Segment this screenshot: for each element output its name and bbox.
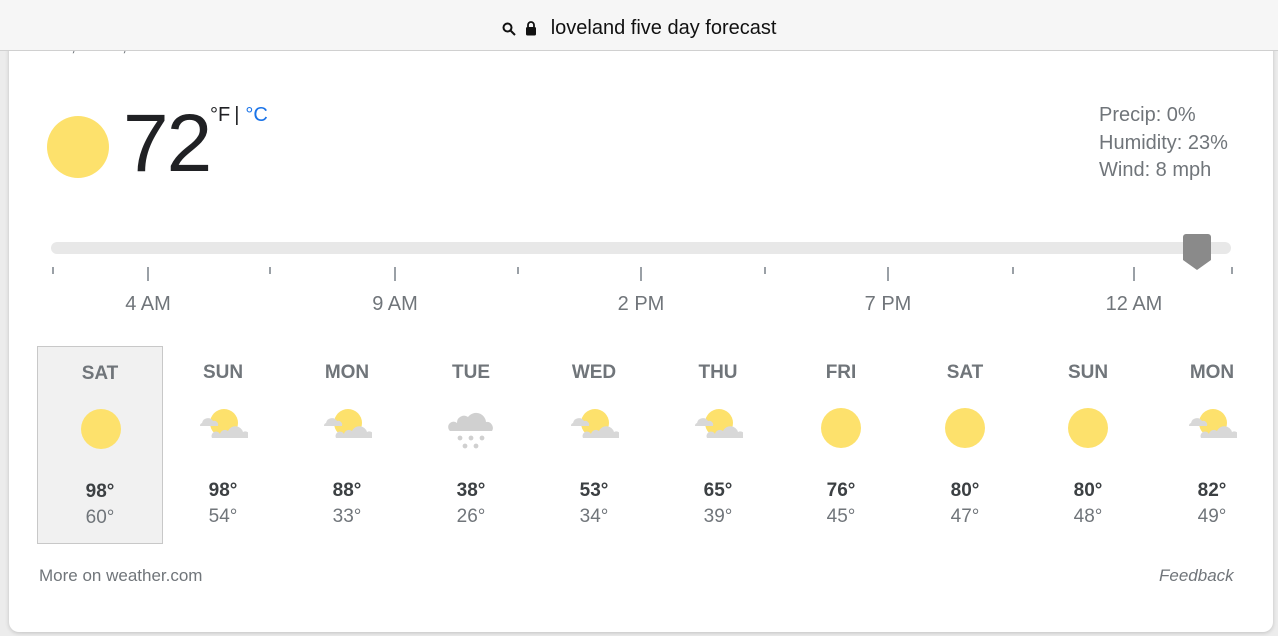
day-low: 47° [950,506,980,527]
partly-cloudy-icon [199,409,248,438]
day-name: SUN [1067,362,1109,383]
feedback-link[interactable]: Feedback [1159,566,1234,586]
wind-text: Wind: 8 mph [1099,159,1212,181]
weather-card: Sun, 1 AM, Clear 72 °F|°C Precip: 0% Hum… [9,20,1273,632]
snow-icon [448,412,493,449]
day-name: SAT [81,363,119,384]
weather-details: Precip: 0% Humidity: 23% Wind: 8 mph [1099,102,1228,185]
major-tick [394,267,396,281]
address-query: loveland five day forecast [550,17,777,39]
day-name: SAT [946,362,984,383]
day-name: WED [571,362,617,383]
day-column-sun-2[interactable]: SUN 80° 48° [1025,346,1151,544]
day-low: 60° [85,507,115,528]
unit-toggle: °F | °C [210,104,268,127]
timeline-label: 4 AM [125,293,171,315]
day-column-sun[interactable]: SUN 98° 54° [160,346,286,544]
partly-cloudy-icon [570,409,619,438]
day-low: 49° [1197,506,1227,527]
lock-icon [526,21,537,36]
timeline-handle[interactable] [1183,234,1211,272]
day-low: 26° [456,506,486,527]
day-name: FRI [825,362,857,383]
minor-tick [517,267,519,274]
day-high: 98° [208,480,238,501]
minor-tick [764,267,766,274]
day-high: 82° [1197,480,1227,501]
sun-icon [81,409,121,449]
minor-tick [269,267,271,274]
major-tick [147,267,149,281]
timeline-track[interactable] [51,242,1231,254]
day-column-mon-2[interactable]: MON 82° 49° [1149,346,1273,544]
day-high: 53° [579,480,609,501]
day-column-wed[interactable]: WED 53° 34° [531,346,657,544]
address-bar[interactable]: loveland five day forecast [0,0,1278,51]
current-temperature: 72 [123,98,212,189]
day-name: SUN [202,362,244,383]
day-name: TUE [452,362,490,383]
day-column-thu[interactable]: THU 65° 39° [655,346,781,544]
day-name: MON [324,362,370,383]
timeline-label: 9 AM [372,293,418,315]
day-column-sat-2[interactable]: SAT 80° 47° [902,346,1028,544]
day-high: 88° [332,480,362,501]
partly-cloudy-icon [1188,409,1237,438]
major-tick [640,267,642,281]
day-low: 54° [208,506,238,527]
timeline-label: 2 PM [617,293,665,315]
day-low: 34° [579,506,609,527]
sun-icon [945,408,985,448]
partly-cloudy-icon [323,409,372,438]
day-column-mon[interactable]: MON 88° 33° [284,346,410,544]
day-high: 38° [456,480,486,501]
unit-separator: | [234,104,240,126]
search-icon [502,22,516,36]
unit-celsius[interactable]: °C [245,104,267,126]
precip-text: Precip: 0% [1099,104,1196,126]
minor-tick [1231,267,1233,274]
partly-cloudy-icon [694,409,743,438]
day-column-fri[interactable]: FRI 76° 45° [778,346,904,544]
address-bar-content[interactable]: loveland five day forecast [0,15,1278,41]
sun-icon [47,116,109,178]
more-on-weather-link[interactable]: More on weather.com [39,566,202,586]
day-column-sat[interactable]: SAT 98° 60° [37,346,163,544]
major-tick [887,267,889,281]
unit-fahrenheit[interactable]: °F [210,104,230,126]
timeline-label: 12 AM [1105,293,1163,315]
day-high: 80° [950,480,980,501]
humidity-text: Humidity: 23% [1099,131,1228,154]
day-high: 76° [826,480,856,501]
day-name: THU [698,362,738,383]
day-name: MON [1189,362,1235,383]
day-low: 33° [332,506,362,527]
day-low: 45° [826,506,856,527]
day-column-tue[interactable]: TUE 38° 26° [408,346,534,544]
minor-tick [1012,267,1014,274]
day-low: 39° [703,506,733,527]
day-low: 48° [1073,506,1103,527]
day-high: 98° [85,481,115,502]
major-tick [1133,267,1135,281]
day-high: 65° [703,480,733,501]
sun-icon [1068,408,1108,448]
day-high: 80° [1073,480,1103,501]
timeline-label: 7 PM [864,293,912,315]
minor-tick [52,267,54,274]
sun-icon [821,408,861,448]
